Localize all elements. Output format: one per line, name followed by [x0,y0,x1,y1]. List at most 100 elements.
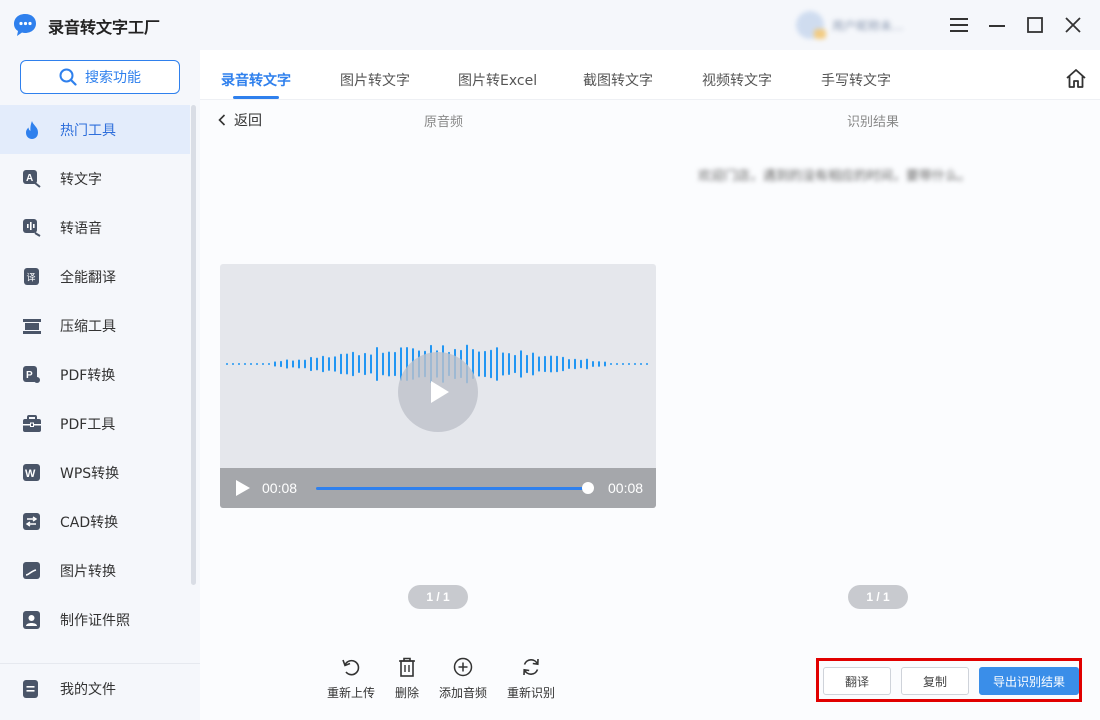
id-photo-icon [22,610,42,630]
play-icon[interactable] [234,479,252,497]
sidebar-item-id-photo[interactable]: 制作证件照 [0,595,190,644]
sidebar-item-translate[interactable]: 译 全能翻译 [0,252,190,301]
action-label: 添加音频 [439,686,488,700]
search-function-button[interactable]: 搜索功能 [20,60,180,94]
tab-bar: 录音转文字 图片转文字 图片转Excel 截图转文字 视频转文字 手写转文字 [200,50,1100,100]
sidebar: 搜索功能 热门工具 A 转文字 转语音 译 全能翻译 压缩工具 P PDF转换 [0,50,200,720]
tab-image-to-text[interactable]: 图片转文字 [340,70,410,90]
user-name: 用户昵称未... [832,18,904,33]
svg-text:W: W [25,468,36,480]
file-icon [22,679,42,699]
minimize-icon [989,25,1005,27]
app-title: 录音转文字工厂 [48,18,161,37]
home-icon[interactable] [1064,67,1088,91]
result-header: 识别结果 [847,115,900,130]
close-button[interactable] [1058,10,1088,40]
bottom-toolbar: 重新上传 删除 添加音频 重新识别 翻译 复制 导出识别结果 [200,648,1100,720]
svg-text:P: P [26,370,33,381]
export-result-button[interactable]: 导出识别结果 [979,667,1079,695]
wps-icon: W [22,463,42,483]
hamburger-icon [950,18,968,32]
sidebar-item-pdf-convert[interactable]: P PDF转换 [0,350,190,399]
sidebar-item-pdf-tools[interactable]: PDF工具 [0,399,190,448]
avatar [796,11,826,39]
flame-icon [22,120,42,140]
back-button[interactable]: 返回 [218,110,262,130]
search-function-label: 搜索功能 [85,70,141,86]
sidebar-item-compress[interactable]: 压缩工具 [0,301,190,350]
svg-text:A: A [26,173,33,184]
search-icon [59,68,77,86]
minimize-button[interactable] [982,10,1012,40]
sidebar-menu: 热门工具 A 转文字 转语音 译 全能翻译 压缩工具 P PDF转换 PDF工具… [0,105,190,644]
sidebar-item-wps-convert[interactable]: W WPS转换 [0,448,190,497]
add-circle-icon [453,657,473,677]
user-account[interactable]: 用户昵称未... [796,10,926,40]
pdf-convert-icon: P [22,365,42,385]
tab-video-to-text[interactable]: 视频转文字 [702,70,772,90]
maximize-button[interactable] [1020,10,1050,40]
tab-audio-to-text[interactable]: 录音转文字 [221,70,291,99]
play-icon [431,381,449,403]
trash-icon [399,657,415,677]
sidebar-item-label: CAD转换 [60,514,119,531]
sidebar-item-to-voice[interactable]: 转语音 [0,203,190,252]
sidebar-item-cad-convert[interactable]: CAD转换 [0,497,190,546]
sidebar-item-label: 全能翻译 [60,269,116,286]
progress-bar[interactable] [316,487,588,490]
copy-button[interactable]: 复制 [901,667,969,695]
action-label: 重新识别 [507,686,556,700]
sidebar-item-label: PDF转换 [60,367,116,384]
voice-icon [22,218,42,238]
cad-icon [22,512,42,532]
audio-player: 00:08 00:08 [220,264,656,508]
maximize-icon [1027,17,1043,33]
app-logo-icon [14,14,36,36]
reupload-button[interactable]: 重新上传 [327,656,375,701]
sidebar-item-label: WPS转换 [60,465,120,482]
sidebar-item-hot-tools[interactable]: 热门工具 [0,105,190,154]
sidebar-item-image-convert[interactable]: 图片转换 [0,546,190,595]
close-icon [1065,17,1081,33]
sidebar-item-my-files[interactable]: 我的文件 [0,663,200,713]
result-buttons-highlight: 翻译 复制 导出识别结果 [816,658,1082,702]
play-overlay-button[interactable] [398,352,478,432]
chevron-left-icon [218,114,226,126]
sidebar-item-label: PDF工具 [60,416,116,433]
original-audio-header: 原音频 [424,115,464,130]
action-label: 重新上传 [327,686,376,700]
re-recognize-button[interactable]: 重新识别 [507,656,555,701]
translate-icon: 译 [22,267,42,287]
menu-button[interactable] [944,10,974,40]
duration: 00:08 [608,480,644,496]
reupload-icon [342,659,360,676]
tab-handwriting-to-text[interactable]: 手写转文字 [821,70,891,90]
progress-handle[interactable] [582,482,594,494]
my-files-label: 我的文件 [60,681,116,698]
current-time: 00:08 [262,480,298,496]
add-audio-button[interactable]: 添加音频 [439,656,487,701]
sidebar-item-label: 压缩工具 [60,318,116,335]
image-icon [22,561,42,581]
sidebar-item-label: 热门工具 [60,122,116,139]
title-bar: 录音转文字工厂 用户昵称未... [0,0,1100,50]
text-convert-icon: A [22,169,42,189]
delete-button[interactable]: 删除 [395,656,419,701]
tab-image-to-excel[interactable]: 图片转Excel [458,70,537,90]
sidebar-scrollbar[interactable] [191,105,196,585]
sidebar-item-label: 制作证件照 [60,612,130,629]
player-controls: 00:08 00:08 [220,468,656,508]
toolbox-icon [22,414,42,434]
refresh-icon [523,658,539,676]
svg-text:译: 译 [27,272,36,283]
audio-page-indicator: 1 / 1 [408,585,468,609]
compress-icon [22,316,42,336]
main-content: 录音转文字 图片转文字 图片转Excel 截图转文字 视频转文字 手写转文字 返… [200,50,1100,720]
sidebar-item-label: 转语音 [60,220,102,237]
sidebar-item-label: 转文字 [60,171,102,188]
sidebar-item-to-text[interactable]: A 转文字 [0,154,190,203]
translate-button[interactable]: 翻译 [823,667,891,695]
sidebar-item-label: 图片转换 [60,563,116,580]
tab-screenshot-to-text[interactable]: 截图转文字 [583,70,653,90]
back-label: 返回 [234,113,262,129]
